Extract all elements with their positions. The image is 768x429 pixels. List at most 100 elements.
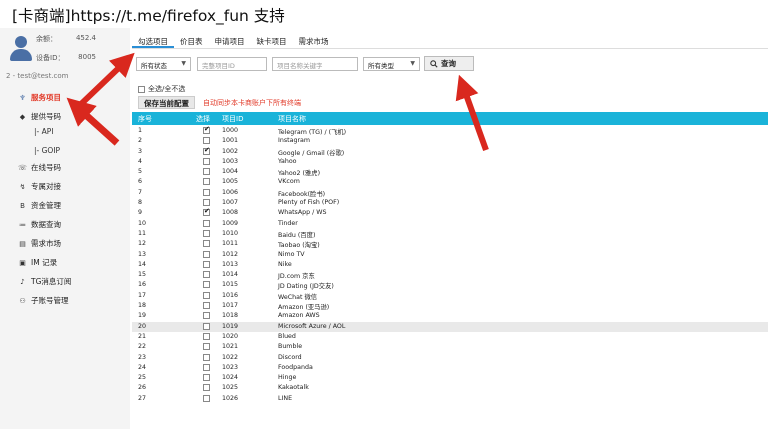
row-index: 2 bbox=[138, 137, 143, 145]
row-checkbox[interactable] bbox=[203, 332, 210, 340]
row-project-id: 1007 bbox=[222, 199, 239, 207]
row-checkbox[interactable] bbox=[203, 363, 210, 371]
row-checkbox[interactable] bbox=[203, 322, 210, 330]
header-select: 选择 bbox=[196, 115, 210, 123]
type-select-value: 所有类型 bbox=[368, 62, 394, 70]
row-checkbox[interactable] bbox=[203, 146, 210, 155]
device-label: 设备ID： bbox=[36, 54, 65, 62]
row-project-name: LINE bbox=[278, 394, 293, 402]
status-select[interactable]: 所有状态 ▼ bbox=[136, 57, 191, 71]
table-row: 3 1002 Google / Gmail (谷歌) bbox=[132, 146, 768, 157]
row-checkbox[interactable] bbox=[203, 312, 210, 320]
brand-label: [卡商端] bbox=[12, 7, 71, 25]
table-row: 11 1010 Baidu (百度) bbox=[132, 229, 768, 239]
row-checkbox[interactable] bbox=[203, 302, 210, 310]
table-row: 16 1015 JD Dating (JD交友) bbox=[132, 280, 768, 290]
row-checkbox[interactable] bbox=[203, 157, 210, 165]
row-checkbox[interactable] bbox=[203, 343, 210, 351]
phone-icon: ☏ bbox=[18, 163, 27, 172]
row-checkbox[interactable] bbox=[203, 168, 210, 176]
row-checkbox[interactable] bbox=[203, 353, 210, 361]
row-checkbox[interactable] bbox=[203, 384, 210, 392]
table-row: 22 1021 Bumble bbox=[132, 342, 768, 352]
sidebar-subitem-label: |- GOIP bbox=[34, 146, 61, 155]
row-project-name: Microsoft Azure / AOL bbox=[278, 322, 346, 330]
row-index: 15 bbox=[138, 271, 147, 279]
row-project-name: Bumble bbox=[278, 343, 303, 351]
row-project-id: 1015 bbox=[222, 281, 239, 289]
row-checkbox[interactable] bbox=[203, 219, 210, 227]
sidebar-item-1[interactable]: ◆ 提供号码 bbox=[18, 111, 61, 122]
table-row: 25 1024 Hinge bbox=[132, 373, 768, 383]
sidebar-item-8[interactable]: ▤ 需求市场 bbox=[18, 238, 61, 249]
row-index: 17 bbox=[138, 291, 147, 299]
balance-label: 余额： bbox=[36, 35, 57, 43]
row-checkbox[interactable] bbox=[203, 240, 210, 248]
sidebar-item-0[interactable]: ♆ 服务项目 bbox=[18, 92, 61, 103]
row-checkbox[interactable] bbox=[203, 281, 210, 289]
row-index: 9 bbox=[138, 209, 143, 217]
avatar bbox=[10, 36, 32, 62]
row-checkbox[interactable] bbox=[203, 207, 210, 217]
row-checkbox[interactable] bbox=[203, 125, 210, 134]
sidebar-item-9[interactable]: ▣ IM 记录 bbox=[18, 257, 57, 268]
telegram-url[interactable]: https://t.me/firefox_fun bbox=[71, 7, 249, 25]
row-project-name: Discord bbox=[278, 353, 302, 361]
tab-3[interactable]: 缺卡项目 bbox=[251, 34, 293, 48]
support-label: 支持 bbox=[253, 7, 285, 25]
tab-1[interactable]: 价目表 bbox=[174, 34, 209, 48]
row-checkbox[interactable] bbox=[203, 291, 210, 299]
row-project-name: Yahoo bbox=[278, 157, 297, 165]
row-checkbox[interactable] bbox=[203, 374, 210, 382]
row-checkbox[interactable] bbox=[203, 394, 210, 402]
query-button[interactable]: 查询 bbox=[424, 56, 474, 71]
row-project-id: 1021 bbox=[222, 343, 239, 351]
tab-bar: 勾选项目 价目表 申请项目 缺卡项目 需求市场 bbox=[132, 34, 335, 48]
table-row: 26 1025 Kakaotalk bbox=[132, 383, 768, 393]
project-name-input[interactable]: 项目名称关键字 bbox=[272, 57, 358, 71]
sidebar-item-4[interactable]: ☏ 在线号码 bbox=[18, 162, 61, 173]
row-checkbox[interactable] bbox=[203, 188, 210, 196]
sidebar-subitem-label: |- API bbox=[34, 127, 54, 136]
sidebar-item-11[interactable]: ⚇ 子账号管理 bbox=[18, 295, 68, 306]
type-select[interactable]: 所有类型 ▼ bbox=[363, 57, 420, 71]
sidebar-item-5[interactable]: ↯ 专属对接 bbox=[18, 181, 61, 192]
table-row: 5 1004 Yahoo2 (雅虎) bbox=[132, 167, 768, 177]
table-row: 18 1017 Amazon (亚马逊) bbox=[132, 301, 768, 311]
table-row: 27 1026 LINE bbox=[132, 394, 768, 404]
project-id-input[interactable]: 完整项目ID bbox=[197, 57, 267, 71]
row-project-name: Telegram (TG) / (飞机) bbox=[278, 129, 347, 136]
table-row: 1 1000 Telegram (TG) / (飞机) bbox=[132, 125, 768, 136]
check-all[interactable]: 全选/全不选 bbox=[138, 84, 185, 94]
row-project-id: 1025 bbox=[222, 384, 239, 392]
table-row: 15 1014 JD.com 京东 bbox=[132, 270, 768, 280]
save-config-button[interactable]: 保存当前配置 bbox=[138, 96, 195, 109]
row-checkbox[interactable] bbox=[203, 199, 210, 207]
row-project-id: 1011 bbox=[222, 240, 239, 248]
row-project-id: 1018 bbox=[222, 312, 239, 320]
balance-row: 余额： 452.4 bbox=[36, 34, 96, 44]
row-checkbox[interactable] bbox=[203, 271, 210, 279]
row-checkbox[interactable] bbox=[203, 250, 210, 258]
row-project-id: 1009 bbox=[222, 219, 239, 227]
row-checkbox[interactable] bbox=[203, 137, 210, 145]
row-checkbox[interactable] bbox=[203, 178, 210, 186]
sidebar-item-label: 服务项目 bbox=[31, 93, 61, 102]
row-checkbox[interactable] bbox=[203, 229, 210, 237]
sidebar-item-6[interactable]: B 资金管理 bbox=[18, 200, 61, 211]
sidebar-subitem-2[interactable]: |- API bbox=[34, 127, 53, 136]
table-row: 20 1019 Microsoft Azure / AOL bbox=[132, 321, 768, 332]
sidebar-item-7[interactable]: ≔ 数据查询 bbox=[18, 219, 61, 230]
row-index: 6 bbox=[138, 178, 143, 186]
check-all-checkbox[interactable] bbox=[138, 85, 145, 93]
table-row: 23 1022 Discord bbox=[132, 353, 768, 363]
tab-0[interactable]: 勾选项目 bbox=[132, 34, 174, 48]
row-checkbox[interactable] bbox=[203, 260, 210, 268]
tab-4[interactable]: 需求市场 bbox=[293, 34, 335, 48]
tab-2[interactable]: 申请项目 bbox=[209, 34, 251, 48]
sidebar-subitem-3[interactable]: |- GOIP bbox=[34, 146, 60, 155]
sync-note: 自动同步本卡商账户下所有终端 bbox=[203, 99, 301, 107]
sidebar-item-10[interactable]: ♪ TG消息订阅 bbox=[18, 276, 71, 287]
row-project-id: 1024 bbox=[222, 374, 239, 382]
row-project-name: JD Dating (JD交友) bbox=[278, 283, 334, 291]
